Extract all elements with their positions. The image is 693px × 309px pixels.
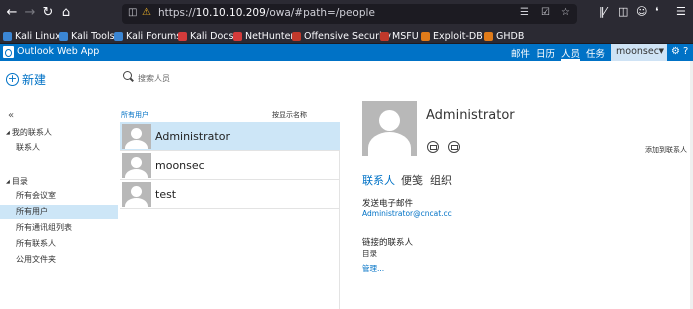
user-menu[interactable]: moonsec ▼	[611, 44, 667, 61]
chat-icon[interactable]	[448, 141, 460, 153]
bookmark-ghdb[interactable]: GHDB	[484, 28, 524, 44]
contact-name: Administrator	[426, 108, 515, 123]
bookmarks-toolbar: Kali Linux Kali Tools Kali Forums Kali D…	[0, 28, 693, 44]
sidebar-item-rooms[interactable]: 所有会议室	[0, 189, 118, 203]
bookmark-star-icon[interactable]: ☆	[561, 7, 570, 18]
address-bar[interactable]: ◫ ⚠ https://10.10.10.209/owa/#path=/peop…	[122, 4, 577, 24]
plus-icon: +	[6, 72, 19, 86]
home-icon[interactable]: ⌂	[57, 4, 75, 22]
warning-lock-icon[interactable]: ⚠	[142, 7, 151, 18]
nav-people[interactable]: 人员	[561, 46, 581, 61]
nav-calendar[interactable]: 日历	[536, 46, 555, 60]
url-text[interactable]: https://10.10.10.209/owa/#path=/people	[158, 7, 375, 19]
sidebar-item-all-contacts[interactable]: 所有联系人	[0, 237, 118, 251]
bookmark-exploit-db[interactable]: Exploit-DB	[421, 28, 483, 44]
list-item[interactable]: test	[120, 180, 340, 209]
menu-icon[interactable]: ☰	[676, 5, 686, 18]
search-icon[interactable]	[123, 71, 132, 80]
browser-toolbar: ← → ↻ ⌂ ◫ ⚠ https://10.10.10.209/owa/#pa…	[0, 0, 693, 28]
docs-icon	[178, 31, 187, 41]
sort-by-label[interactable]: 按显示名称	[272, 110, 307, 120]
sidebar-item-all-users[interactable]: 所有用户	[0, 205, 118, 219]
account-icon[interactable]: ☺	[636, 5, 647, 18]
tab-contact[interactable]: 联系人	[362, 172, 395, 188]
bookmark-kali-tools[interactable]: Kali Tools	[59, 28, 115, 44]
new-button[interactable]: + 新建	[6, 71, 46, 88]
list-folder-label: 所有用户	[121, 111, 149, 119]
collapse-icon[interactable]: «	[8, 110, 14, 121]
pocket-icon[interactable]: ☑	[541, 7, 550, 18]
extensions-icon[interactable]: ❛	[655, 5, 659, 18]
list-item[interactable]: Administrator	[120, 122, 340, 151]
library-icon[interactable]: ‖⁄	[599, 5, 606, 18]
shield-icon[interactable]: ◫	[128, 7, 137, 18]
owa-header: Outlook Web App 邮件 日历 人员 任务 moonsec ▼ ⚙ …	[0, 44, 693, 61]
linked-source: 目录	[362, 249, 377, 258]
manage-link[interactable]: 管理...	[362, 263, 384, 274]
bookmark-kali-forums[interactable]: Kali Forums	[114, 28, 181, 44]
person-name: Administrator	[155, 130, 230, 143]
avatar	[122, 124, 151, 149]
sidebar-item-public-folders[interactable]: 公用文件夹	[0, 253, 118, 267]
gear-icon[interactable]: ⚙	[671, 46, 680, 57]
kali-icon	[3, 31, 12, 41]
exploit-db-icon	[421, 31, 430, 41]
offsec-icon	[292, 31, 301, 41]
search-input[interactable]	[138, 71, 318, 85]
app-title: Outlook Web App	[17, 46, 100, 57]
msfu-icon	[380, 31, 389, 41]
help-icon[interactable]: ?	[683, 46, 688, 57]
nav-tasks[interactable]: 任务	[586, 46, 605, 60]
avatar	[122, 153, 151, 178]
linked-contacts-label: 链接的联系人	[362, 238, 414, 248]
bookmark-offensive-security[interactable]: Offensive Security	[292, 28, 391, 44]
browser-window: ← → ↻ ⌂ ◫ ⚠ https://10.10.10.209/owa/#pa…	[0, 0, 693, 309]
nethunter-icon	[233, 31, 242, 41]
chevron-down-icon: ▼	[658, 47, 664, 55]
list-item[interactable]: moonsec	[120, 151, 340, 180]
forward-icon[interactable]: →	[21, 4, 39, 22]
email-label: 发送电子邮件	[362, 199, 414, 209]
sidebar-icon[interactable]: ◫	[618, 5, 628, 18]
tab-notes[interactable]: 便笺	[401, 172, 423, 188]
people-search	[121, 70, 329, 86]
bookmark-kali-docs[interactable]: Kali Docs	[178, 28, 233, 44]
bookmark-kali-linux[interactable]: Kali Linux	[3, 28, 61, 44]
add-to-contacts-link[interactable]: 添加到联系人	[645, 145, 687, 155]
back-icon[interactable]: ←	[3, 4, 21, 22]
sidebar-item-contacts[interactable]: 联系人	[0, 141, 118, 155]
contact-photo	[362, 101, 417, 156]
new-label: 新建	[22, 73, 47, 87]
nav-mail[interactable]: 邮件	[511, 46, 530, 60]
tab-organization[interactable]: 组织	[430, 172, 452, 188]
directory-heading[interactable]: 目录	[6, 176, 28, 187]
kali-icon	[114, 31, 123, 41]
email-icon[interactable]	[427, 141, 439, 153]
reload-icon[interactable]: ↻	[39, 4, 57, 22]
avatar	[122, 182, 151, 207]
reader-mode-icon[interactable]: ☰	[520, 7, 529, 18]
ghdb-icon	[484, 31, 493, 41]
outlook-logo-icon	[3, 46, 14, 58]
person-name: moonsec	[155, 159, 205, 172]
kali-icon	[59, 31, 68, 41]
user-name: moonsec	[616, 46, 659, 57]
sidebar-item-distribution-lists[interactable]: 所有通讯组列表	[0, 221, 118, 235]
my-contacts-heading[interactable]: 我的联系人	[6, 127, 52, 138]
bookmark-nethunter[interactable]: NetHunter	[233, 28, 294, 44]
email-address-link[interactable]: Administrator@cncat.cc	[362, 209, 452, 218]
bookmark-msfu[interactable]: MSFU	[380, 28, 419, 44]
person-name: test	[155, 188, 177, 201]
people-list: Administrator moonsec test	[120, 122, 340, 309]
